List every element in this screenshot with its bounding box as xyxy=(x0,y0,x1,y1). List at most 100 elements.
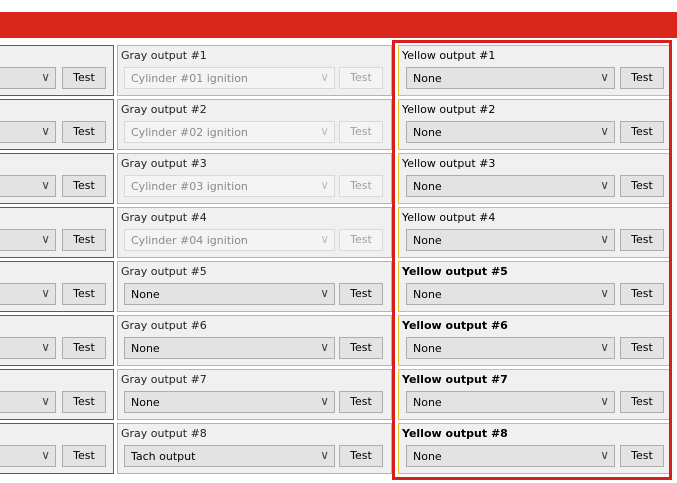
chevron-down-icon: ∨ xyxy=(41,340,50,354)
yellow-output-group: Yellow output #5 None ∨ Test xyxy=(398,261,670,312)
gray-output-select[interactable]: Tach output ∨ xyxy=(124,445,335,467)
blue-output-select[interactable]: ∨ xyxy=(0,175,56,197)
chevron-down-icon: ∨ xyxy=(600,124,609,138)
yellow-output-test-button[interactable]: Test xyxy=(620,67,664,89)
yellow-output-select[interactable]: None ∨ xyxy=(406,283,615,305)
chevron-down-icon: ∨ xyxy=(320,448,329,462)
yellow-output-select[interactable]: None ∨ xyxy=(406,391,615,413)
blue-output-test-button[interactable]: Test xyxy=(62,121,106,143)
gray-output-label: Gray output #4 xyxy=(121,211,207,224)
gray-output-test-button: Test xyxy=(339,67,383,89)
blue-output-group: ∨ Test xyxy=(0,153,114,204)
gray-output-label: Gray output #1 xyxy=(121,49,207,62)
blue-output-select[interactable]: ∨ xyxy=(0,283,56,305)
chevron-down-icon: ∨ xyxy=(600,340,609,354)
yellow-output-test-button[interactable]: Test xyxy=(620,283,664,305)
chevron-down-icon: ∨ xyxy=(41,286,50,300)
yellow-output-label: Yellow output #7 xyxy=(402,373,508,386)
blue-output-test-button[interactable]: Test xyxy=(62,445,106,467)
yellow-output-value: None xyxy=(413,342,442,355)
gray-output-value: None xyxy=(131,396,160,409)
chevron-down-icon: ∨ xyxy=(41,70,50,84)
yellow-output-value: None xyxy=(413,288,442,301)
gray-output-label: Gray output #6 xyxy=(121,319,207,332)
yellow-output-value: None xyxy=(413,72,442,85)
yellow-output-test-button[interactable]: Test xyxy=(620,337,664,359)
blue-output-test-button[interactable]: Test xyxy=(62,283,106,305)
yellow-output-group: Yellow output #3 None ∨ Test xyxy=(398,153,670,204)
gray-output-select[interactable]: None ∨ xyxy=(124,337,335,359)
chevron-down-icon: ∨ xyxy=(600,70,609,84)
gray-output-group: Gray output #3 Cylinder #03 ignition ∨ Test xyxy=(117,153,392,204)
yellow-output-select[interactable]: None ∨ xyxy=(406,229,615,251)
yellow-output-test-button[interactable]: Test xyxy=(620,445,664,467)
yellow-output-value: None xyxy=(413,396,442,409)
blue-output-test-button[interactable]: Test xyxy=(62,229,106,251)
yellow-output-value: None xyxy=(413,126,442,139)
blue-output-test-button[interactable]: Test xyxy=(62,391,106,413)
blue-output-select[interactable]: ∨ xyxy=(0,445,56,467)
blue-output-group: ∨ Test xyxy=(0,423,114,474)
yellow-output-value: None xyxy=(413,234,442,247)
blue-output-select[interactable]: ∨ xyxy=(0,121,56,143)
yellow-output-label: Yellow output #1 xyxy=(402,49,496,62)
yellow-output-select[interactable]: None ∨ xyxy=(406,67,615,89)
gray-output-select[interactable]: None ∨ xyxy=(124,391,335,413)
yellow-output-select[interactable]: None ∨ xyxy=(406,175,615,197)
chevron-down-icon: ∨ xyxy=(320,232,329,246)
gray-output-label: Gray output #8 xyxy=(121,427,207,440)
chevron-down-icon: ∨ xyxy=(320,70,329,84)
gray-output-select[interactable]: None ∨ xyxy=(124,283,335,305)
gray-output-test-button[interactable]: Test xyxy=(339,337,383,359)
chevron-down-icon: ∨ xyxy=(320,286,329,300)
gray-output-group: Gray output #1 Cylinder #01 ignition ∨ Test xyxy=(117,45,392,96)
yellow-output-group: Yellow output #2 None ∨ Test xyxy=(398,99,670,150)
chevron-down-icon: ∨ xyxy=(600,178,609,192)
blue-output-test-button[interactable]: Test xyxy=(62,337,106,359)
gray-output-group: Gray output #6 None ∨ Test xyxy=(117,315,392,366)
chevron-down-icon: ∨ xyxy=(41,394,50,408)
yellow-output-label: Yellow output #8 xyxy=(402,427,508,440)
blue-output-select[interactable]: ∨ xyxy=(0,337,56,359)
gray-output-test-button[interactable]: Test xyxy=(339,283,383,305)
gray-output-test-button[interactable]: Test xyxy=(339,445,383,467)
blue-output-test-button[interactable]: Test xyxy=(62,175,106,197)
yellow-output-label: Yellow output #2 xyxy=(402,103,496,116)
yellow-output-group: Yellow output #7 None ∨ Test xyxy=(398,369,670,420)
blue-output-select[interactable]: ∨ xyxy=(0,391,56,413)
yellow-output-group: Yellow output #4 None ∨ Test xyxy=(398,207,670,258)
blue-output-select[interactable]: ∨ xyxy=(0,229,56,251)
gray-output-label: Gray output #2 xyxy=(121,103,207,116)
chevron-down-icon: ∨ xyxy=(320,178,329,192)
chevron-down-icon: ∨ xyxy=(320,394,329,408)
blue-output-group: ∨ Test xyxy=(0,315,114,366)
yellow-output-test-button[interactable]: Test xyxy=(620,175,664,197)
yellow-output-test-button[interactable]: Test xyxy=(620,121,664,143)
gray-output-test-button: Test xyxy=(339,121,383,143)
yellow-output-value: None xyxy=(413,450,442,463)
gray-output-label: Gray output #3 xyxy=(121,157,207,170)
yellow-output-group: Yellow output #1 None ∨ Test xyxy=(398,45,670,96)
yellow-output-select[interactable]: None ∨ xyxy=(406,445,615,467)
yellow-output-test-button[interactable]: Test xyxy=(620,229,664,251)
chevron-down-icon: ∨ xyxy=(320,340,329,354)
yellow-output-label: Yellow output #4 xyxy=(402,211,496,224)
gray-output-group: Gray output #4 Cylinder #04 ignition ∨ Test xyxy=(117,207,392,258)
gray-output-value: Cylinder #04 ignition xyxy=(131,234,248,247)
chevron-down-icon: ∨ xyxy=(600,232,609,246)
gray-output-test-button: Test xyxy=(339,229,383,251)
yellow-output-select[interactable]: None ∨ xyxy=(406,121,615,143)
gray-output-label: Gray output #7 xyxy=(121,373,207,386)
blue-output-select[interactable]: ∨ xyxy=(0,67,56,89)
gray-output-value: Cylinder #03 ignition xyxy=(131,180,248,193)
gray-output-group: Gray output #7 None ∨ Test xyxy=(117,369,392,420)
gray-output-test-button[interactable]: Test xyxy=(339,391,383,413)
yellow-output-select[interactable]: None ∨ xyxy=(406,337,615,359)
yellow-output-test-button[interactable]: Test xyxy=(620,391,664,413)
blue-output-test-button[interactable]: Test xyxy=(62,67,106,89)
blue-output-group: ∨ Test xyxy=(0,261,114,312)
gray-output-group: Gray output #5 None ∨ Test xyxy=(117,261,392,312)
chevron-down-icon: ∨ xyxy=(600,448,609,462)
chevron-down-icon: ∨ xyxy=(320,124,329,138)
gray-output-value: None xyxy=(131,288,160,301)
